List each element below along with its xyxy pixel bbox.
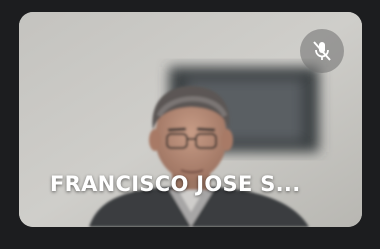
mic-off-icon — [313, 41, 331, 61]
participant-name-label: FRANCISCO JOSE S... — [50, 172, 301, 196]
participant-video-tile[interactable]: FRANCISCO JOSE S... — [19, 12, 362, 227]
mute-indicator-button[interactable] — [300, 29, 344, 73]
